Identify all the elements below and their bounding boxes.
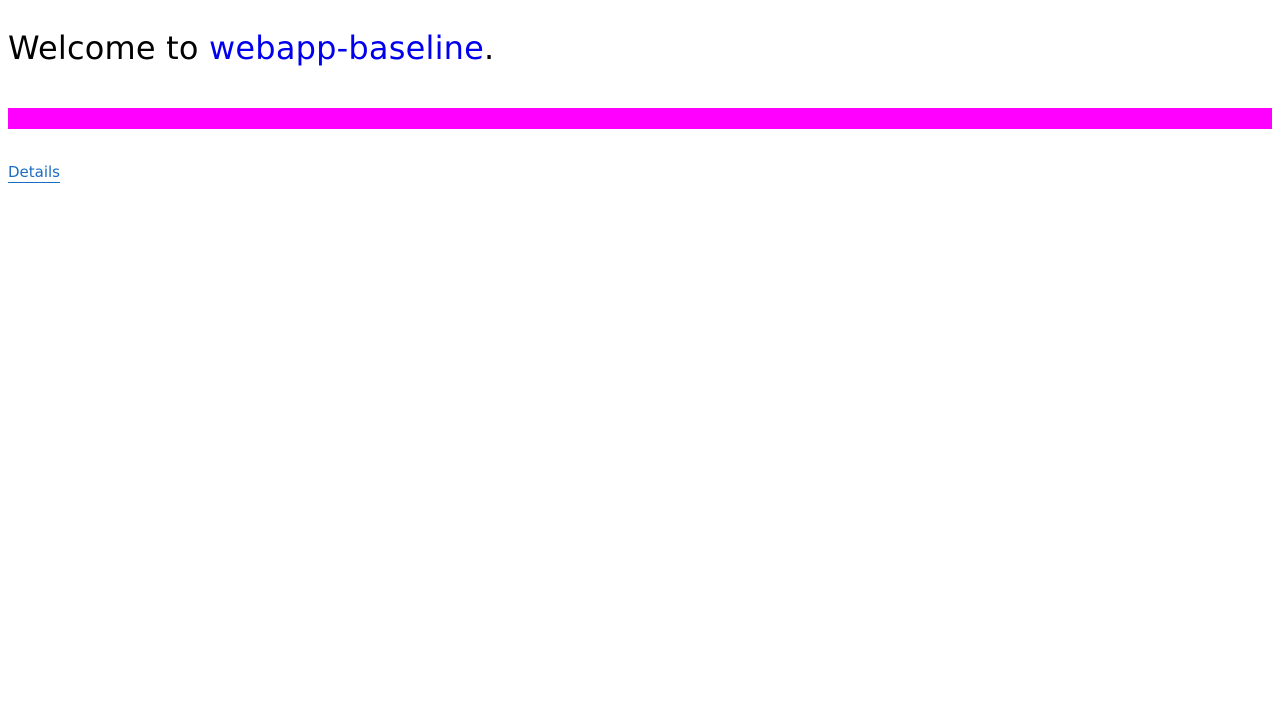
- app-name: webapp-baseline: [209, 29, 485, 67]
- details-link[interactable]: Details: [8, 162, 61, 183]
- welcome-heading: Welcome to webapp-baseline.: [8, 28, 494, 68]
- welcome-prefix: Welcome to: [8, 29, 210, 67]
- welcome-suffix: .: [484, 29, 495, 67]
- page: Welcome to webapp-baseline. Details: [0, 0, 1280, 720]
- banner-bar: [8, 108, 1272, 129]
